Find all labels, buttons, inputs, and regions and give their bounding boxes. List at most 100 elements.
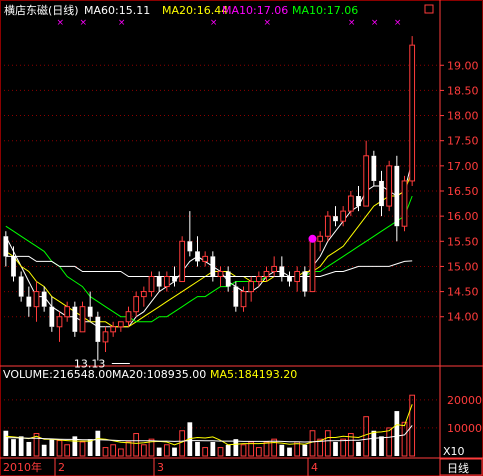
signal-cross-icon: × [57,18,65,28]
volume-bar [64,444,71,457]
candlestick [324,211,331,242]
candlestick [49,296,55,332]
candlestick [148,271,155,297]
volume-bar [401,421,408,457]
candle-body [394,165,400,227]
volume-bar [133,433,140,457]
volume-bar [140,444,147,457]
candle-body [117,321,124,328]
volume-bar [240,444,247,457]
candlestick [163,271,170,292]
time-tick-month-3: 3 [157,461,164,474]
candle-body [271,265,278,272]
candlestick [394,155,400,242]
candlestick [95,311,101,361]
candlestick [179,236,186,283]
candle-body [379,180,384,207]
volume-bar [163,444,170,457]
candlestick [225,266,231,292]
volume-bar [49,439,55,456]
signal-cross-icon: × [264,18,272,28]
candlestick [210,251,216,282]
candlestick [133,291,140,317]
candle-body [56,316,63,328]
volume-bar [379,436,384,456]
candle-body [263,270,270,277]
candle-body [110,326,117,333]
candlestick [333,206,338,227]
signal-cross-icon: × [348,18,356,28]
candlesticks [3,36,416,361]
candlestick [379,170,384,217]
candle-body [347,195,354,212]
candlestick [33,281,40,322]
candle-body [233,286,239,307]
volume-bars [3,394,416,457]
candle-body [33,291,40,308]
candlestick [195,236,200,267]
volume-bar [87,439,93,456]
candlestick [18,271,24,302]
candlestick [11,246,16,282]
volume-tick-labels: 10000 20000 [447,394,482,435]
price-tick-label: 17.00 [447,160,479,173]
candlestick [72,301,78,337]
candle-body [225,271,231,287]
volume-bar [102,447,109,457]
candle-body [401,180,408,227]
volume-bar [363,416,370,457]
candle-body [26,296,32,307]
candlestick [102,326,109,352]
candlestick [56,311,63,342]
candle-body [179,240,186,283]
volume-ma5-line [5,404,413,446]
volume-bar [172,447,177,456]
price-tick-label: 14.00 [447,311,479,324]
candle-body [95,316,101,342]
candle-body [18,276,24,297]
volume-tick-label: 10000 [447,422,482,435]
time-tick-month-4: 4 [311,461,318,474]
volume-bar [255,447,262,457]
candle-body [309,240,316,293]
volume-bar [3,430,9,456]
candle-body [49,306,55,327]
candle-body [187,241,193,252]
signal-cross-icon: × [394,18,402,28]
price-gridlines [0,64,444,318]
volume-bar [371,430,377,456]
candle-body [240,291,247,308]
candle-body [133,296,140,313]
candle-body [302,271,308,292]
candle-body [210,256,216,277]
candle-body [333,216,338,222]
period-tab-label: 日线 [447,461,469,475]
candle-body [287,276,292,282]
candlestick [172,266,177,287]
candle-body [140,291,147,298]
candle-body [217,270,224,277]
candle-body [163,276,170,288]
volume-bar [271,438,278,457]
price-tick-label: 18.50 [447,84,479,97]
volume-tick-label: 20000 [447,394,482,407]
candlestick [140,286,147,307]
ma10-value-magenta: MA10:17.06 [222,4,288,17]
signal-cross-icon: × [210,18,218,28]
candlestick [347,191,354,217]
candle-body [356,196,361,207]
volume-bar [225,444,231,456]
candle-body [87,306,93,317]
candle-body [202,255,209,262]
candlestick [125,306,132,327]
ma20-value: MA20:16.44 [162,4,228,17]
price-tick-labels: 14.00 14.50 15.00 15.50 16.00 16.50 17.00 17.50… [447,59,479,323]
candlestick [363,140,370,207]
kline-chart: 14.00 14.50 15.00 15.50 16.00 16.50 17.00 17.50… [0,0,483,476]
price-tick-label: 14.50 [447,286,479,299]
candle-body [156,276,162,287]
maximize-icon[interactable] [424,4,434,14]
volume-ma5-value: MA5:184193.20 [210,368,297,381]
time-axis-year: 2010年 [3,460,42,474]
volume-bar [324,430,331,457]
